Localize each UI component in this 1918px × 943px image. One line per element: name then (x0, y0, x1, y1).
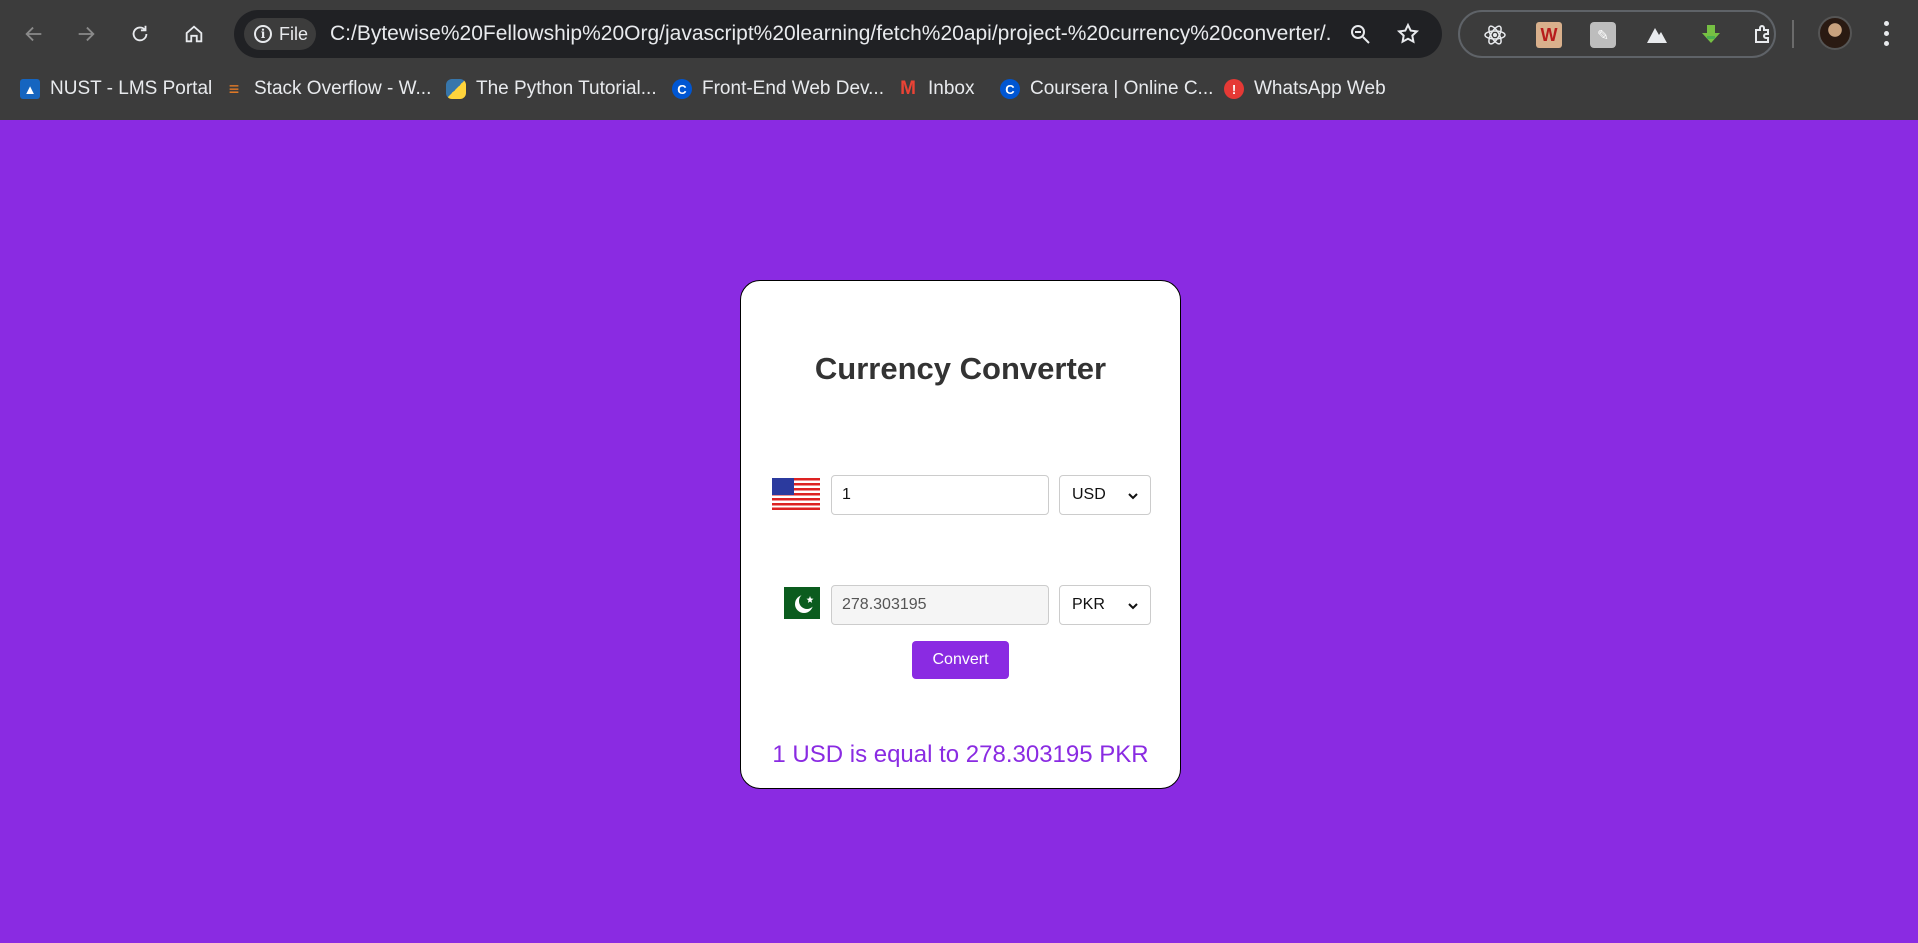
bookmark-star-icon[interactable] (1396, 22, 1420, 46)
back-arrow-icon (25, 26, 42, 42)
extensions-puzzle-icon[interactable] (1750, 22, 1776, 48)
convert-button[interactable]: Convert (912, 641, 1009, 679)
gmail-icon: M (900, 78, 916, 99)
info-icon: i (254, 25, 272, 43)
bookmark-label: WhatsApp Web (1254, 78, 1386, 99)
bookmark-label: Inbox (928, 78, 975, 99)
bookmark-label: Coursera | Online C... (1030, 78, 1214, 99)
from-currency-select[interactable]: USD (1059, 475, 1151, 515)
react-devtools-icon[interactable] (1482, 22, 1508, 48)
pk-flag-icon (784, 587, 820, 619)
home-icon (185, 25, 203, 43)
forward-arrow-icon (78, 26, 95, 42)
browser-toolbar: i File C:/Bytewise%20Fellowship%20Org/ja… (0, 0, 1918, 68)
address-bar[interactable]: i File C:/Bytewise%20Fellowship%20Org/ja… (234, 10, 1442, 58)
coursera-icon: C (672, 79, 692, 99)
to-currency-select[interactable]: PKR (1059, 585, 1151, 625)
from-amount-input[interactable]: 1 (831, 475, 1049, 515)
file-chip-label: File (279, 23, 309, 44)
reload-button[interactable] (120, 14, 160, 54)
python-icon (446, 79, 466, 99)
bookmark-coursera[interactable]: C Coursera | Online C... (1000, 76, 1213, 102)
bookmark-whatsapp[interactable]: ! WhatsApp Web (1224, 76, 1386, 102)
bookmark-label: The Python Tutorial... (476, 78, 657, 99)
graduation-cap-icon: ▲ (20, 79, 40, 99)
extension-gray-icon[interactable]: ✎ (1590, 22, 1616, 48)
site-info-chip[interactable]: i File (244, 18, 316, 50)
us-flag-icon (772, 478, 820, 510)
bookmark-inbox[interactable]: M Inbox (898, 76, 974, 102)
bookmark-nust[interactable]: ▲ NUST - LMS Portal (20, 76, 212, 102)
extension-mountain-icon[interactable] (1644, 22, 1670, 48)
whatsapp-alert-icon: ! (1224, 79, 1244, 99)
bookmarks-bar: ▲ NUST - LMS Portal ≡ Stack Overflow - W… (0, 70, 1918, 108)
bookmark-label: Front-End Web Dev... (702, 78, 884, 99)
home-button[interactable] (174, 14, 214, 54)
coursera-icon: C (1000, 79, 1020, 99)
url-text[interactable]: C:/Bytewise%20Fellowship%20Org/javascrip… (330, 22, 1330, 46)
converter-card: Currency Converter 1 USD 278.303195 PKR … (740, 280, 1181, 789)
profile-avatar[interactable] (1818, 16, 1852, 50)
browser-chrome: i File C:/Bytewise%20Fellowship%20Org/ja… (0, 0, 1918, 120)
bookmark-frontend[interactable]: C Front-End Web Dev... (672, 76, 884, 102)
forward-button[interactable] (66, 14, 106, 54)
reload-icon (132, 25, 148, 42)
page-title: Currency Converter (814, 351, 1107, 386)
bookmark-label: Stack Overflow - W... (254, 78, 432, 99)
bookmark-stackoverflow[interactable]: ≡ Stack Overflow - W... (224, 76, 432, 102)
conversion-result: 1 USD is equal to 278.303195 PKR (772, 741, 1149, 768)
to-currency-value: PKR (1072, 596, 1105, 613)
back-button[interactable] (14, 14, 54, 54)
bookmark-python[interactable]: The Python Tutorial... (446, 76, 657, 102)
download-extension-icon[interactable] (1698, 22, 1724, 48)
extensions-group: W ✎ (1458, 10, 1776, 58)
chevron-down-icon (1128, 493, 1138, 500)
to-amount-output: 278.303195 (831, 585, 1049, 625)
bookmark-label: NUST - LMS Portal (50, 78, 213, 99)
extension-w-icon[interactable]: W (1536, 22, 1562, 48)
chevron-down-icon (1128, 603, 1138, 610)
stackoverflow-icon: ≡ (228, 78, 240, 99)
from-currency-value: USD (1072, 486, 1106, 503)
zoom-icon[interactable] (1348, 22, 1372, 46)
toolbar-divider (1792, 20, 1794, 48)
browser-menu-icon[interactable] (1874, 18, 1898, 48)
